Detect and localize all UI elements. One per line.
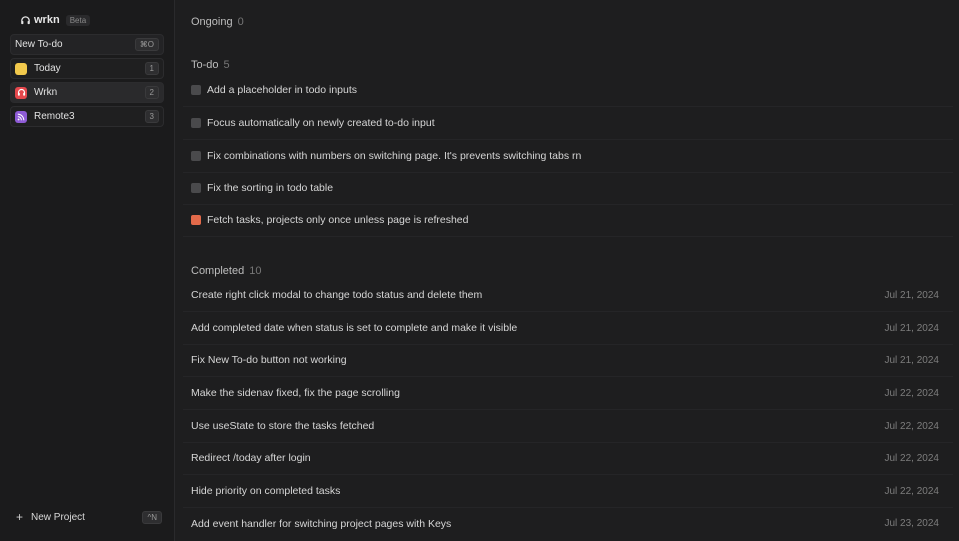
sidebar-item-remote3[interactable]: Remote3 3 (10, 106, 164, 127)
beta-badge: Beta (65, 14, 91, 26)
completed-row[interactable]: Add event handler for switching project … (183, 507, 953, 540)
completed-text: Hide priority on completed tasks (191, 485, 341, 497)
completed-date: Jul 21, 2024 (884, 289, 940, 301)
sidebar: wrkn Beta New To-do ⌘O Today 1 Wrkn 2 Re… (0, 0, 175, 541)
completed-text: Add event handler for switching project … (191, 517, 452, 530)
sidebar-item-wrkn[interactable]: Wrkn 2 (10, 82, 164, 103)
completed-date: Jul 23, 2024 (884, 518, 940, 529)
completed-date: Jul 21, 2024 (884, 322, 940, 334)
rss-icon (15, 110, 27, 123)
sidebar-item-label: Wrkn (34, 87, 58, 98)
sidebar-item-today[interactable]: Today 1 (10, 58, 164, 79)
new-project-button[interactable]: + New Project ^N (16, 510, 162, 524)
completed-date: Jul 22, 2024 (884, 485, 940, 497)
todo-row[interactable]: Fix combinations with numbers on switchi… (183, 140, 953, 173)
completed-row[interactable]: Use useState to store the tasks fetched … (183, 410, 953, 443)
todo-text: Fetch tasks, projects only once unless p… (207, 214, 469, 226)
section-title: Completed (191, 265, 245, 277)
sidebar-item-count: 2 (144, 86, 159, 99)
headphones-icon (15, 86, 27, 99)
todo-text: Focus automatically on newly created to-… (207, 117, 435, 129)
sidebar-item-count: 3 (144, 110, 159, 123)
new-todo-button[interactable]: New To-do ⌘O (10, 34, 164, 55)
todo-text: Fix combinations with numbers on switchi… (207, 150, 582, 162)
main-content: Ongoing 0 To-do 5 Add a placeholder in tod… (175, 0, 959, 541)
todo-text: Add a placeholder in todo inputs (207, 84, 358, 96)
completed-row[interactable]: Create right click modal to change todo … (183, 279, 953, 312)
new-todo-label: New To-do (15, 39, 63, 50)
app-name: wrkn (34, 14, 60, 26)
completed-text: Add completed date when status is set to… (191, 322, 518, 334)
completed-text: Redirect /today after login (191, 452, 311, 464)
completed-date: Jul 22, 2024 (884, 452, 940, 464)
completed-date: Jul 22, 2024 (884, 420, 940, 432)
new-todo-shortcut: ⌘O (134, 38, 159, 51)
priority-checkbox[interactable] (191, 215, 201, 225)
completed-row[interactable]: Make the sidenav fixed, fix the page scr… (183, 377, 953, 410)
todo-row[interactable]: Fetch tasks, projects only once unless p… (183, 204, 953, 237)
completed-text: Create right click modal to change todo … (191, 289, 483, 301)
plus-icon: + (16, 510, 24, 524)
section-title: To-do (191, 59, 219, 71)
section-title: Ongoing (191, 16, 233, 28)
section-count: 10 (249, 265, 262, 277)
sidebar-item-count: 1 (144, 62, 159, 75)
completed-date: Jul 22, 2024 (884, 387, 940, 399)
completed-row[interactable]: Redirect /today after login Jul 22, 2024 (183, 442, 953, 475)
completed-row[interactable]: Hide priority on completed tasks Jul 22,… (183, 475, 953, 508)
todo-row[interactable]: Add a placeholder in todo inputs (183, 74, 953, 107)
completed-text: Use useState to store the tasks fetched (191, 420, 375, 432)
completed-row[interactable]: Fix New To-do button not working Jul 21,… (183, 344, 953, 377)
sidebar-item-label: Today (34, 63, 61, 74)
new-project-shortcut: ^N (142, 510, 162, 524)
todo-row[interactable]: Fix the sorting in todo table (183, 172, 953, 205)
todo-header[interactable]: To-do 5 (191, 59, 230, 71)
status-checkbox[interactable] (191, 85, 201, 95)
section-count: 0 (237, 16, 244, 28)
status-checkbox[interactable] (191, 118, 201, 128)
completed-header[interactable]: Completed 10 (191, 265, 261, 277)
app-window: wrkn Beta New To-do ⌘O Today 1 Wrkn 2 Re… (0, 0, 959, 541)
status-checkbox[interactable] (191, 151, 201, 161)
todo-row[interactable]: Focus automatically on newly created to-… (183, 107, 953, 140)
sidebar-item-label: Remote3 (34, 111, 75, 122)
status-checkbox[interactable] (191, 183, 201, 193)
headphones-icon (21, 15, 30, 24)
section-count: 5 (223, 59, 230, 71)
completed-row[interactable]: Add completed date when status is set to… (183, 312, 953, 345)
completed-date: Jul 21, 2024 (884, 354, 940, 366)
completed-text: Make the sidenav fixed, fix the page scr… (191, 387, 400, 399)
new-project-label: New Project (31, 511, 85, 523)
completed-text: Fix New To-do button not working (191, 354, 347, 366)
todo-text: Fix the sorting in todo table (207, 182, 334, 194)
ongoing-header[interactable]: Ongoing 0 (191, 16, 244, 28)
brand[interactable]: wrkn Beta (20, 10, 164, 30)
today-icon (15, 62, 27, 75)
